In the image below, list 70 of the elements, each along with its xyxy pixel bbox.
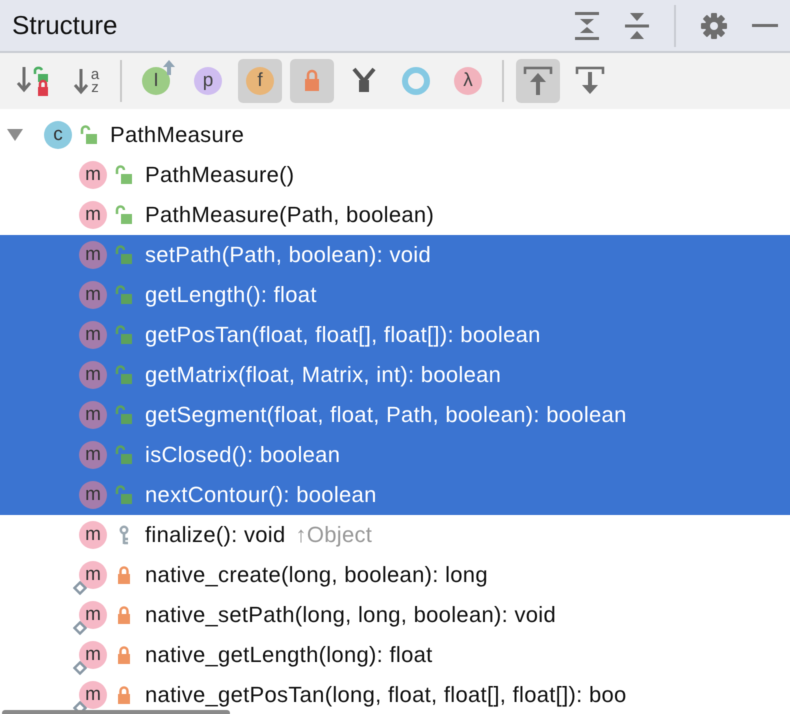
unlocked-icon bbox=[115, 365, 133, 385]
row-label: setPath(Path, boolean): void bbox=[145, 242, 432, 268]
autoscroll-to-source-button[interactable] bbox=[516, 59, 560, 103]
selected-row[interactable]: m getMatrix(float, Matrix, int): boolean bbox=[0, 355, 790, 395]
letter-icon: p bbox=[194, 67, 222, 95]
row-label: getMatrix(float, Matrix, int): boolean bbox=[145, 362, 502, 388]
filter-button[interactable]: p bbox=[186, 59, 230, 103]
minimize-icon[interactable] bbox=[752, 24, 778, 28]
unlocked-icon bbox=[115, 165, 133, 185]
row-label: isClosed(): boolean bbox=[145, 442, 340, 468]
method-icon: m bbox=[79, 521, 107, 549]
az-label: a z bbox=[90, 68, 100, 94]
unlocked-icon bbox=[115, 245, 133, 265]
settings-icon[interactable] bbox=[700, 12, 728, 40]
selected-row[interactable]: m nextContour(): boolean bbox=[0, 475, 790, 515]
method-icon: m bbox=[79, 441, 107, 469]
inherited-from-label: ↑Object bbox=[296, 522, 372, 548]
unlocked-icon bbox=[115, 205, 133, 225]
method-icon: m bbox=[79, 321, 107, 349]
expand-arrow-icon[interactable] bbox=[6, 128, 24, 142]
arrow-down-icon bbox=[72, 66, 89, 96]
row-label: nextContour(): boolean bbox=[145, 482, 377, 508]
method-icon: m bbox=[79, 361, 107, 389]
method-icon: m bbox=[79, 601, 107, 629]
row-label: getSegment(float, float, Path, boolean): boolean bbox=[145, 402, 627, 428]
method-icon: m bbox=[79, 241, 107, 269]
panel-title: Structure bbox=[12, 10, 118, 41]
filter-button[interactable]: I bbox=[134, 59, 178, 103]
expand-all-icon[interactable] bbox=[574, 10, 600, 40]
unlocked-icon bbox=[115, 405, 133, 425]
sort-alphabetically-button[interactable]: a z bbox=[64, 59, 108, 103]
letter-icon: λ bbox=[454, 67, 482, 95]
selected-row[interactable]: m isClosed(): boolean bbox=[0, 435, 790, 475]
row-label: getPosTan(float, float[], float[]): boolean bbox=[145, 322, 541, 348]
selected-row[interactable]: m getSegment(float, float, Path, boolean): boolean bbox=[0, 395, 790, 435]
lock-icon bbox=[115, 645, 133, 665]
lock-icon bbox=[115, 685, 133, 705]
selected-row[interactable]: m getLength(): float bbox=[0, 275, 790, 315]
method-icon: m bbox=[79, 201, 107, 229]
method-icon: m bbox=[79, 481, 107, 509]
method-icon: m bbox=[79, 401, 107, 429]
filter-button[interactable]: f bbox=[238, 59, 282, 103]
row-label: getLength(): float bbox=[145, 282, 317, 308]
class-icon: c bbox=[44, 121, 72, 149]
lock-icon bbox=[115, 565, 133, 585]
method-icon: m bbox=[79, 681, 107, 709]
unlocked-icon bbox=[115, 325, 133, 345]
collapse-all-icon[interactable] bbox=[624, 10, 650, 40]
tree-item[interactable]: native_getPosTan(long, float, float[], float[]): boo bbox=[145, 682, 627, 708]
unlocked-icon bbox=[115, 285, 133, 305]
tree-item[interactable]: PathMeasure() bbox=[145, 162, 294, 188]
filter-button[interactable]: λ bbox=[446, 59, 490, 103]
unlocked-icon bbox=[80, 125, 98, 145]
method-icon: m bbox=[79, 161, 107, 189]
tree-item[interactable]: finalize(): void bbox=[145, 522, 286, 548]
selected-row[interactable]: m setPath(Path, boolean): void bbox=[0, 235, 790, 275]
method-icon: m bbox=[79, 641, 107, 669]
lock-icon bbox=[115, 605, 133, 625]
arrow-up-to-bar-icon bbox=[523, 65, 553, 97]
method-icon: m bbox=[79, 561, 107, 589]
tree-item[interactable]: PathMeasure(Path, boolean) bbox=[145, 202, 434, 228]
tree-item[interactable]: native_setPath(long, long, boolean): void bbox=[145, 602, 556, 628]
tree-item[interactable]: native_create(long, boolean): long bbox=[145, 562, 488, 588]
letter-icon: f bbox=[246, 67, 274, 95]
tree-item[interactable]: PathMeasure bbox=[110, 122, 244, 148]
tree-item[interactable]: native_getLength(long): float bbox=[145, 642, 433, 668]
method-icon: m bbox=[79, 281, 107, 309]
unlocked-icon bbox=[115, 485, 133, 505]
selected-row[interactable]: m getPosTan(float, float[], float[]): boolean bbox=[0, 315, 790, 355]
unlocked-icon bbox=[115, 445, 133, 465]
